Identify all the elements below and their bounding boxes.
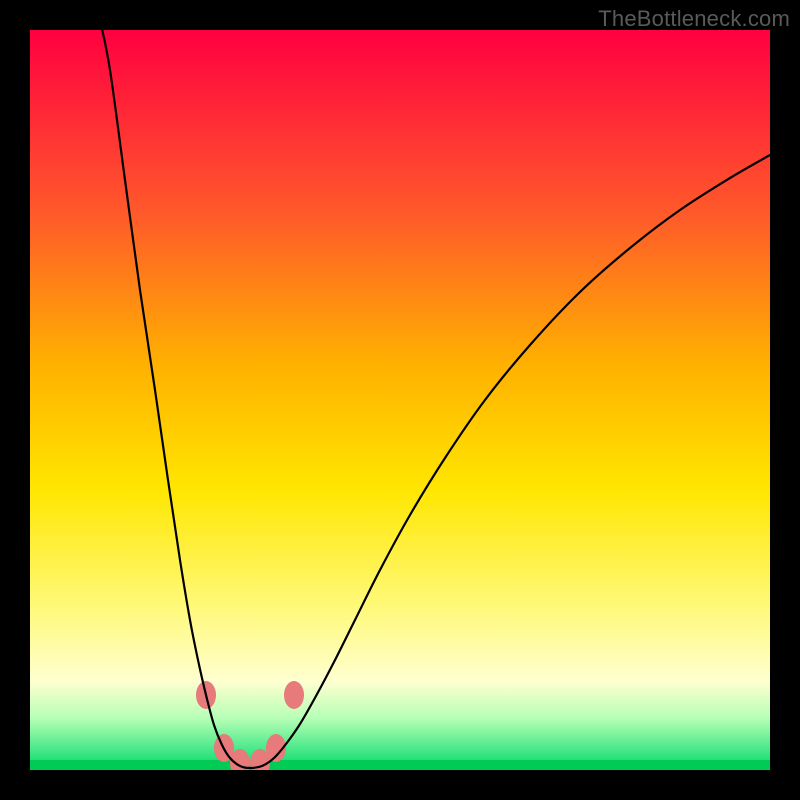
- chart-svg: [30, 30, 770, 770]
- chart-frame: [30, 30, 770, 770]
- chart-background: [30, 30, 770, 770]
- bottom-green-band: [30, 760, 770, 770]
- curve-marker: [284, 681, 304, 709]
- watermark-text: TheBottleneck.com: [598, 6, 790, 32]
